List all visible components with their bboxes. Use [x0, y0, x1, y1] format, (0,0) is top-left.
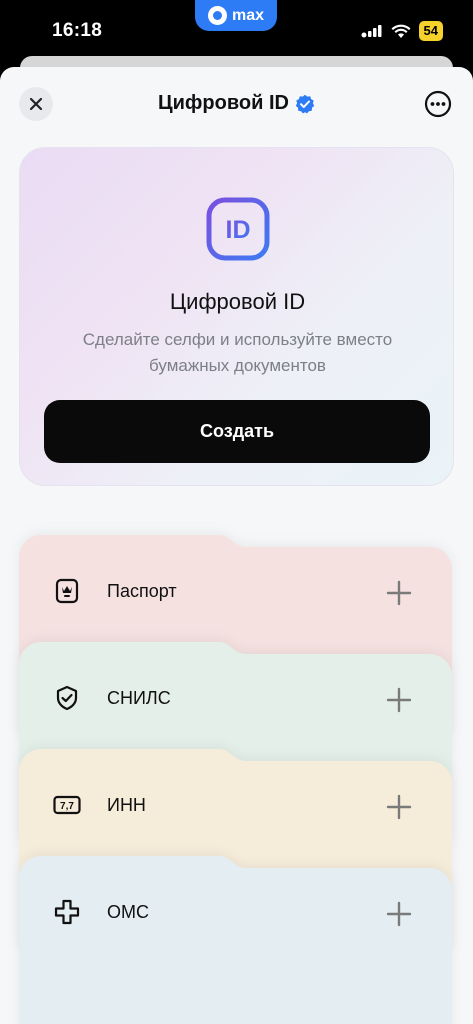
dynamic-island-app[interactable]: max: [195, 0, 277, 31]
document-label: Паспорт: [107, 581, 177, 601]
document-label: ОМС: [107, 902, 149, 922]
page-title: Цифровой ID: [158, 92, 289, 114]
status-indicators: 54: [361, 21, 443, 41]
add-inn-button[interactable]: [386, 794, 412, 820]
battery-icon: 54: [418, 21, 443, 41]
document-label: ИНН: [107, 795, 146, 815]
status-time: 16:18: [52, 20, 103, 41]
inn-icon-text: 7,7: [60, 801, 74, 812]
digital-id-sheet: Цифровой ID ID Цифровой ID Сделайте селф…: [0, 67, 473, 1024]
shield-check-icon: [56, 685, 78, 711]
medical-cross-icon: [54, 899, 80, 925]
passport-icon: [55, 578, 79, 604]
more-options-button[interactable]: [421, 87, 455, 121]
digital-id-icon-text: ID: [226, 216, 251, 244]
add-snils-button[interactable]: [386, 687, 412, 713]
digital-id-subtitle: Сделайте селфи и используйте вместо бума…: [82, 330, 393, 375]
add-passport-button[interactable]: [386, 580, 412, 606]
inn-icon: 7,7: [53, 795, 81, 815]
island-app-name: max: [231, 6, 265, 24]
title-wrap: Цифровой ID: [0, 92, 473, 115]
add-oms-button[interactable]: [386, 901, 412, 927]
document-label: СНИЛС: [107, 688, 171, 708]
digital-id-title: Цифровой ID: [169, 289, 306, 314]
wifi-icon: [391, 24, 411, 38]
folder-shape: [19, 856, 452, 1024]
create-button[interactable]: Создать: [44, 400, 430, 463]
verified-badge-icon: [295, 94, 315, 113]
document-card-oms[interactable]: ОМС: [19, 856, 452, 1024]
max-logo-icon: [207, 6, 227, 25]
signal-icon: [361, 25, 382, 38]
digital-id-card: ID Цифровой ID Сделайте селфи и использу…: [19, 147, 454, 486]
header: Цифровой ID: [0, 67, 473, 145]
digital-id-icon: ID: [206, 197, 270, 261]
